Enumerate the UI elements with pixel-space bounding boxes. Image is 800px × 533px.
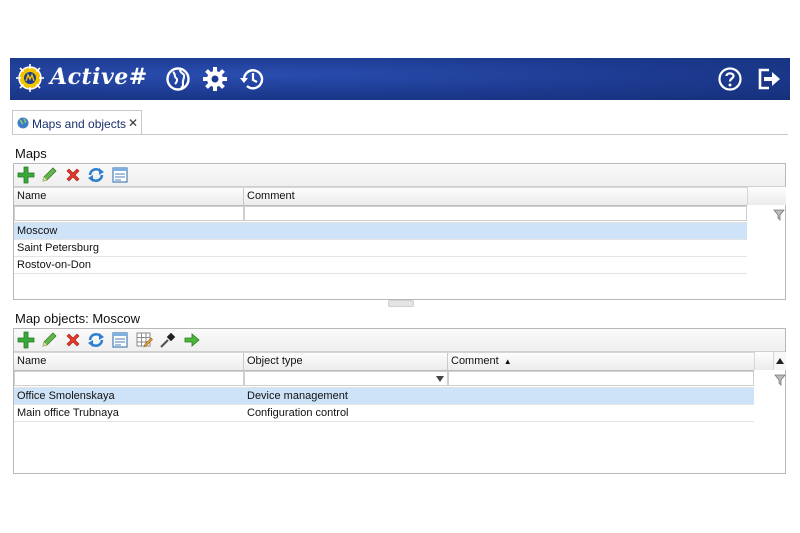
maps-header-spacer bbox=[747, 187, 786, 205]
map-objects-panel: Name Object type Comment ▲ Office Smolen… bbox=[13, 328, 786, 474]
maps-toolbar bbox=[14, 164, 785, 187]
edit-icon[interactable] bbox=[40, 166, 58, 184]
table-row[interactable]: Main office Trubnaya Configuration contr… bbox=[14, 405, 754, 422]
maps-filter-row bbox=[14, 205, 747, 223]
table-row[interactable]: Saint Petersburg bbox=[14, 240, 747, 257]
filter-input-name[interactable] bbox=[14, 206, 244, 221]
cell-name: Rostov-on-Don bbox=[17, 259, 91, 271]
add-icon[interactable] bbox=[17, 331, 35, 349]
cell-comment bbox=[244, 240, 747, 256]
logo-icon bbox=[16, 64, 44, 92]
cell-object-type: Device management bbox=[247, 390, 348, 402]
cell-comment bbox=[448, 405, 751, 421]
map-objects-toolbar bbox=[14, 329, 785, 352]
scrollbar-up-button[interactable] bbox=[773, 352, 786, 370]
table-row[interactable]: Rostov-on-Don bbox=[14, 257, 747, 274]
table-row[interactable]: Moscow bbox=[14, 223, 747, 240]
export-icon[interactable] bbox=[111, 166, 129, 184]
pick-icon[interactable] bbox=[159, 331, 177, 349]
objects-grid-header: Name Object type Comment ▲ bbox=[14, 352, 754, 371]
chevron-down-icon bbox=[436, 376, 444, 382]
map-objects-section-title: Map objects: Moscow bbox=[15, 311, 140, 326]
grid-edit-icon[interactable] bbox=[135, 331, 153, 349]
filter-input-name[interactable] bbox=[14, 371, 244, 386]
filter-icon[interactable] bbox=[774, 374, 786, 386]
column-header-name[interactable]: Name bbox=[14, 353, 244, 370]
tab-bar-divider bbox=[12, 134, 788, 135]
cell-comment bbox=[244, 223, 747, 239]
history-icon[interactable] bbox=[239, 66, 265, 92]
delete-icon[interactable] bbox=[64, 331, 82, 349]
filter-input-comment[interactable] bbox=[448, 371, 754, 386]
globe-icon bbox=[17, 117, 29, 129]
cell-name: Office Smolenskaya bbox=[17, 390, 115, 402]
maps-section-title: Maps bbox=[15, 146, 47, 161]
edit-icon[interactable] bbox=[40, 331, 58, 349]
column-header-object-type[interactable]: Object type bbox=[244, 353, 448, 370]
filter-input-comment[interactable] bbox=[244, 206, 747, 221]
delete-icon[interactable] bbox=[64, 166, 82, 184]
column-header-comment-label: Comment bbox=[451, 355, 499, 367]
column-header-comment[interactable]: Comment bbox=[244, 188, 747, 205]
column-header-name[interactable]: Name bbox=[14, 188, 244, 205]
app-title: Active# bbox=[50, 64, 148, 90]
close-icon[interactable]: ✕ bbox=[128, 116, 138, 130]
filter-icon[interactable] bbox=[773, 209, 785, 221]
refresh-icon[interactable] bbox=[87, 331, 105, 349]
tab-label: Maps and objects bbox=[32, 117, 127, 131]
panel-splitter[interactable] bbox=[388, 300, 414, 307]
cell-object-type: Configuration control bbox=[247, 407, 349, 419]
cell-comment bbox=[244, 257, 747, 273]
refresh-icon[interactable] bbox=[87, 166, 105, 184]
sort-ascending-icon: ▲ bbox=[503, 357, 512, 366]
app-header: Active# bbox=[10, 58, 790, 100]
filter-select-object-type[interactable] bbox=[244, 371, 448, 386]
cell-comment bbox=[448, 388, 751, 404]
go-icon[interactable] bbox=[183, 331, 201, 349]
cell-name: Moscow bbox=[17, 225, 58, 237]
add-icon[interactable] bbox=[17, 166, 35, 184]
column-header-comment[interactable]: Comment ▲ bbox=[448, 353, 754, 370]
export-icon[interactable] bbox=[111, 331, 129, 349]
arrow-up-icon bbox=[776, 358, 784, 364]
table-row[interactable]: Office Smolenskaya Device management bbox=[14, 388, 754, 405]
cell-name: Main office Trubnaya bbox=[17, 407, 119, 419]
cell-name: Saint Petersburg bbox=[17, 242, 99, 254]
logout-icon[interactable] bbox=[755, 66, 781, 92]
help-icon[interactable] bbox=[717, 66, 743, 92]
globe-icon[interactable] bbox=[165, 66, 191, 92]
objects-filter-row bbox=[14, 370, 754, 388]
maps-panel: Name Comment Moscow Saint Petersburg Ros… bbox=[13, 163, 786, 300]
maps-grid-header: Name Comment bbox=[14, 187, 747, 206]
gear-icon[interactable] bbox=[202, 66, 228, 92]
tab-maps-and-objects[interactable]: Maps and objects ✕ bbox=[12, 110, 142, 135]
